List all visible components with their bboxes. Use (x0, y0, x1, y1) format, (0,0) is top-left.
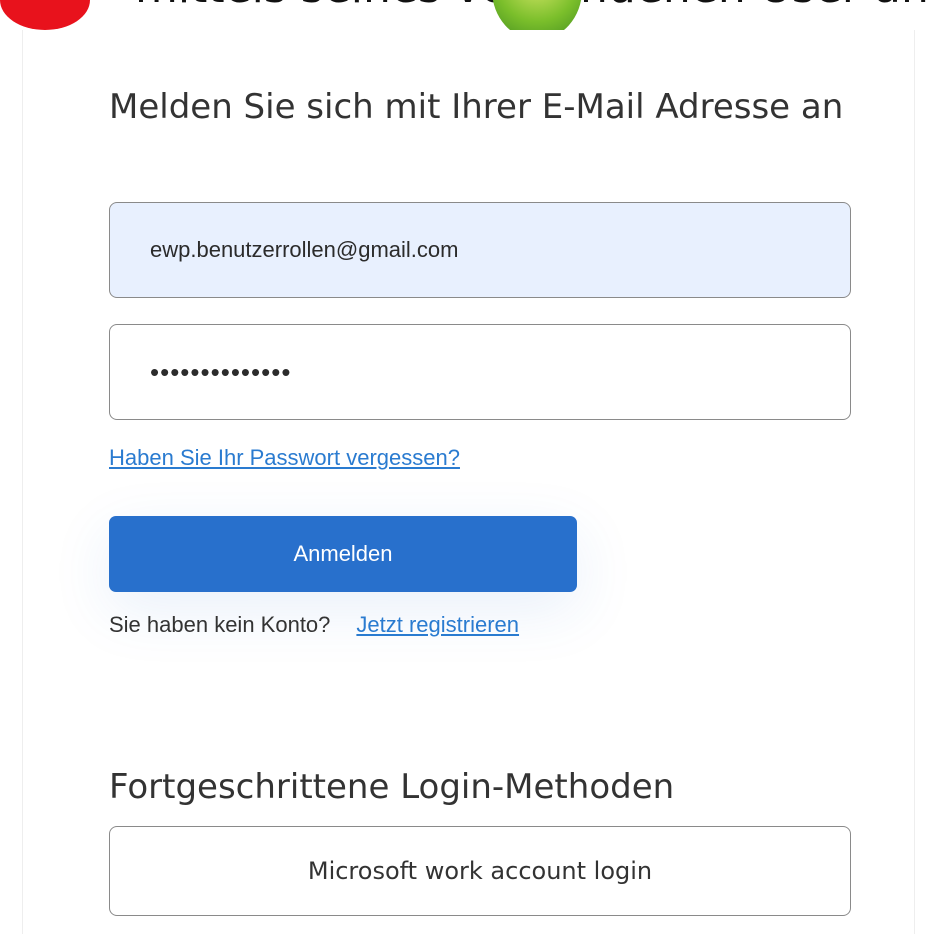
advanced-login-heading: Fortgeschrittene Login-Methoden (109, 767, 675, 807)
forgot-password-link[interactable]: Haben Sie Ihr Passwort vergessen? (109, 445, 460, 471)
signin-button[interactable]: Anmelden (109, 516, 577, 592)
logo-icon (492, 0, 582, 30)
email-field[interactable]: ewp.benutzerrollen@gmail.com (109, 202, 851, 298)
red-circle-marker-icon (0, 0, 90, 30)
microsoft-login-button[interactable]: Microsoft work account login (109, 826, 851, 916)
email-field-value: ewp.benutzerrollen@gmail.com (150, 237, 459, 262)
top-annotation-strip: mittels seines vorhandenen User an (0, 0, 935, 30)
password-field[interactable]: •••••••••••••• (109, 324, 851, 420)
login-heading: Melden Sie sich mit Ihrer E-Mail Adresse… (109, 87, 844, 127)
register-row: Sie haben kein Konto? Jetzt registrieren (109, 612, 519, 638)
password-field-value: •••••••••••••• (150, 356, 292, 387)
register-link[interactable]: Jetzt registrieren (356, 612, 519, 637)
login-screen: mittels seines vorhandenen User an Melde… (0, 0, 935, 934)
no-account-text: Sie haben kein Konto? (109, 612, 331, 637)
